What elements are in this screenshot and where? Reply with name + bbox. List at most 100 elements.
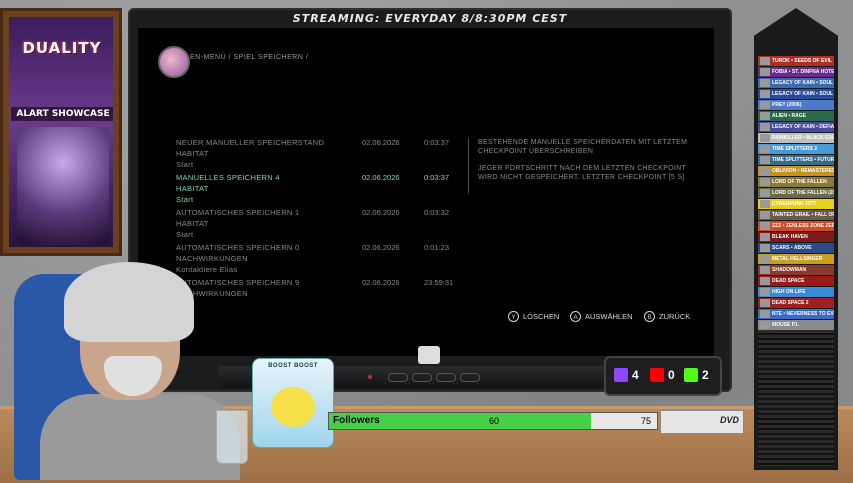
- game-tag: LORD OF THE FALLEN (2023): [758, 188, 834, 198]
- game-tag: SHADOWMAN: [758, 265, 834, 275]
- poster-subtitle: ALART SHOWCASE: [11, 107, 113, 121]
- game-tag: TAINTED GRAIL • FALL OF AVALON: [758, 210, 834, 220]
- kick-counter: 2: [684, 368, 709, 382]
- tower-stripes: [758, 330, 834, 466]
- youtube-counter: 0: [650, 368, 675, 382]
- save-slot-objective: Start: [176, 230, 194, 239]
- breadcrumb: EN-MENÜ / SPIEL SPEICHERN /: [190, 54, 309, 61]
- avatar-body: [40, 394, 240, 480]
- water-glass: [216, 410, 248, 464]
- game-tag: HIGH ON LIFE: [758, 287, 834, 297]
- save-slot-row[interactable]: AUTOMATISCHES SPEICHERN 9 NACHWIRKUNGEN 02…: [176, 278, 466, 313]
- save-slot-time: 23:59:31: [424, 278, 454, 287]
- save-slot-row[interactable]: AUTOMATISCHES SPEICHERN 1 HABITAT Start 02.…: [176, 208, 466, 243]
- game-tag: LEGACY OF KAIN • DEFIANCE: [758, 122, 834, 132]
- game-tag: ZZZ • ZENLESS ZONE ZERO: [758, 221, 834, 231]
- a-button-icon: A: [570, 311, 581, 322]
- save-slot-date: 02.06.2026: [362, 243, 400, 252]
- can-label: BOOST BOOST: [268, 363, 318, 369]
- save-slot-location: NACHWIRKUNGEN: [176, 254, 248, 263]
- save-slot-location: HABITAT: [176, 219, 209, 228]
- b-button-icon: B: [644, 311, 655, 322]
- save-slot-title: MANUELLES SPEICHERN 4: [176, 173, 280, 182]
- energy-drink-can: BOOST BOOST: [252, 358, 334, 448]
- followers-current: 60: [488, 416, 499, 426]
- game-list: TUROK • SEEDS OF EVIL FOBIA • ST. DINFNA …: [758, 56, 834, 331]
- game-tag: LEGACY OF KAIN • SOUL REAVER: [758, 78, 834, 88]
- save-slot-list: NEUER MANUELLER SPEICHERSTAND HABITAT Star…: [176, 138, 466, 313]
- game-tag: LORD OF THE FALLEN: [758, 177, 834, 187]
- base-button: [460, 373, 480, 382]
- game-tag: METAL HELLSINGER: [758, 254, 834, 264]
- kick-icon: [684, 368, 698, 382]
- youtube-count: 0: [668, 368, 675, 382]
- kick-count: 2: [702, 368, 709, 382]
- power-led: [368, 375, 372, 379]
- game-tag: DEAD SPACE: [758, 276, 834, 286]
- stream-schedule-title: STREAMING: EVERYDAY 8/8:30PM CEST: [292, 12, 568, 25]
- save-slot-title: AUTOMATISCHES SPEICHERN 1: [176, 208, 300, 217]
- game-tag: FOBIA • ST. DINFNA HOTEL: [758, 67, 834, 77]
- twitch-counter: 4: [614, 368, 639, 382]
- delete-prompt[interactable]: Y LÖSCHEN: [508, 311, 559, 322]
- delete-label: LÖSCHEN: [523, 312, 560, 321]
- save-slot-title: NEUER MANUELLER SPEICHERSTAND: [176, 138, 325, 147]
- game-tag: NTE • NEVERNESS TO EVERNESS: [758, 309, 834, 319]
- save-slot-title: AUTOMATISCHES SPEICHERN 0: [176, 243, 300, 252]
- followers-goal: 75: [640, 416, 651, 426]
- save-slot-location: HABITAT: [176, 184, 209, 193]
- save-slot-date: 02.06.2026: [362, 278, 400, 287]
- youtube-icon: [650, 368, 664, 382]
- game-tag: BLEAK HAVEN: [758, 232, 834, 242]
- poster: DUALITY ALART SHOWCASE: [9, 17, 113, 247]
- save-slot-location: HABITAT: [176, 149, 209, 158]
- save-slot-objective: Start: [176, 160, 194, 169]
- save-slot-row[interactable]: AUTOMATISCHES SPEICHERN 0 NACHWIRKUNGEN Ko…: [176, 243, 466, 278]
- game-tag: LEGACY OF KAIN • SOUL REAVER 2: [758, 89, 834, 99]
- game-tag: ALIEN • RAGE: [758, 111, 834, 121]
- select-prompt[interactable]: A AUSWÄHLEN: [570, 311, 633, 322]
- info-text-overwrite: BESTEHENDE MANUELLE SPEICHERDATEN MIT LE…: [478, 139, 688, 155]
- poster-art: [17, 127, 109, 245]
- dvd-player: DVD: [660, 410, 744, 434]
- select-label: AUSWÄHLEN: [585, 312, 633, 321]
- game-tag: PAINKILLER • BLACK EDITION: [758, 133, 834, 143]
- save-slot-date: 02.06.2026: [362, 138, 400, 147]
- save-slot-row[interactable]: MANUELLES SPEICHERN 4 HABITAT Start 02.06.2…: [176, 173, 466, 208]
- save-slot-time: 0:01:23: [424, 243, 450, 252]
- profile-avatar: [158, 46, 190, 78]
- save-slot-time: 0:03:37: [424, 173, 450, 182]
- save-slot-date: 02.06.2026: [362, 208, 400, 217]
- followers-goal-bar: Followers 60 75: [328, 412, 658, 430]
- game-tag: CYBERPUNK 2077: [758, 199, 834, 209]
- social-counter: 4 0 2: [604, 356, 722, 396]
- game-tag: TUROK • SEEDS OF EVIL: [758, 56, 834, 66]
- base-button: [436, 373, 456, 382]
- save-slot-time: 0:03:32: [424, 208, 450, 217]
- twitch-count: 4: [632, 368, 639, 382]
- monitor-logo: [418, 346, 440, 364]
- save-slot-date: 02.06.2026: [362, 173, 400, 182]
- game-tag: DEAD SPACE 2: [758, 298, 834, 308]
- save-slot-row[interactable]: NEUER MANUELLER SPEICHERSTAND HABITAT Star…: [176, 138, 466, 173]
- base-button: [412, 373, 432, 382]
- save-slot-objective: Start: [176, 195, 194, 204]
- dvd-logo: DVD: [719, 415, 739, 425]
- game-tower: TUROK • SEEDS OF EVIL FOBIA • ST. DINFNA …: [754, 8, 838, 470]
- avatar-hair: [64, 262, 194, 342]
- info-divider: [468, 138, 469, 194]
- game-tag: SCARS • ABOVE: [758, 243, 834, 253]
- back-prompt[interactable]: B ZURÜCK: [644, 311, 690, 322]
- back-label: ZURÜCK: [659, 312, 691, 321]
- save-info-panel: BESTEHENDE MANUELLE SPEICHERDATEN MIT LE…: [478, 138, 698, 190]
- game-tag: OBLIVION • REMASTERED: [758, 166, 834, 176]
- can-graphic: [271, 387, 315, 427]
- poster-logo: DUALITY: [22, 39, 102, 57]
- twitch-icon: [614, 368, 628, 382]
- y-button-icon: Y: [508, 311, 519, 322]
- poster-frame: DUALITY ALART SHOWCASE: [0, 8, 122, 256]
- button-prompts: Y LÖSCHEN A AUSWÄHLEN B ZURÜCK: [508, 311, 708, 325]
- monitor: STREAMING: EVERYDAY 8/8:30PM CEST EN-MEN…: [128, 8, 732, 392]
- info-text-checkpoint: JEGER FORTSCHRITT NACH DEM LETZTEN CHECK…: [478, 165, 686, 181]
- game-tag: TIME SPLITTERS 2: [758, 144, 834, 154]
